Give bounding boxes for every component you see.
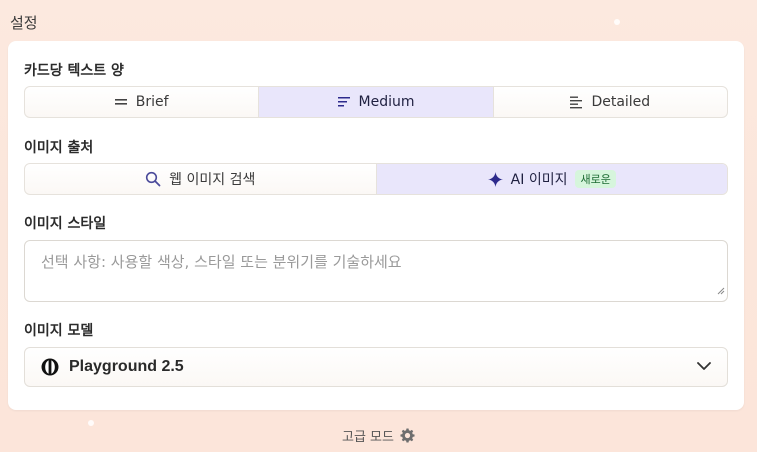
- detailed-lines-icon: [570, 96, 583, 109]
- advanced-mode-link[interactable]: 고급 모드: [0, 426, 757, 445]
- gear-icon: [400, 428, 415, 443]
- option-brief[interactable]: Brief: [25, 87, 260, 117]
- image-source-label: 이미지 출처: [24, 140, 94, 156]
- short-lines-icon: [114, 97, 128, 107]
- advanced-mode-label: 고급 모드: [342, 430, 394, 445]
- playground-logo-icon: [41, 358, 59, 376]
- image-style-label: 이미지 스타일: [24, 216, 107, 232]
- option-ai-image[interactable]: AI 이미지 새로운: [376, 164, 727, 194]
- background-sparkle: [614, 19, 620, 25]
- option-detailed[interactable]: Detailed: [494, 87, 727, 117]
- image-source-segmented: 웹 이미지 검색 AI 이미지 새로운: [24, 163, 728, 195]
- chevron-down-icon: [697, 358, 711, 376]
- selected-model-name: Playground 2.5: [69, 358, 184, 375]
- image-model-label: 이미지 모델: [24, 323, 94, 339]
- option-brief-label: Brief: [135, 94, 169, 110]
- settings-card: 카드당 텍스트 양 Brief Medium Detailed 이미지 출처 웹…: [8, 41, 744, 410]
- option-medium-label: Medium: [358, 94, 415, 110]
- option-medium[interactable]: Medium: [259, 87, 494, 117]
- text-amount-label: 카드당 텍스트 양: [24, 63, 124, 79]
- text-amount-segmented: Brief Medium Detailed: [24, 86, 728, 118]
- image-style-placeholder: 선택 사항: 사용할 색상, 스타일 또는 분위기를 기술하세요: [41, 253, 402, 271]
- option-web-image-search[interactable]: 웹 이미지 검색: [25, 164, 377, 194]
- new-badge: 새로운: [575, 170, 616, 188]
- sparkle-icon: [487, 171, 503, 187]
- option-ai-image-label: AI 이미지: [510, 172, 568, 188]
- search-icon: [145, 171, 161, 187]
- medium-lines-icon: [337, 96, 351, 108]
- image-style-textarea[interactable]: 선택 사항: 사용할 색상, 스타일 또는 분위기를 기술하세요: [24, 240, 728, 302]
- option-detailed-label: Detailed: [591, 94, 651, 110]
- page-title: 설정: [10, 14, 38, 32]
- resize-grip-icon[interactable]: [717, 281, 725, 299]
- option-web-image-search-label: 웹 이미지 검색: [169, 172, 256, 188]
- image-model-select[interactable]: Playground 2.5: [24, 347, 728, 387]
